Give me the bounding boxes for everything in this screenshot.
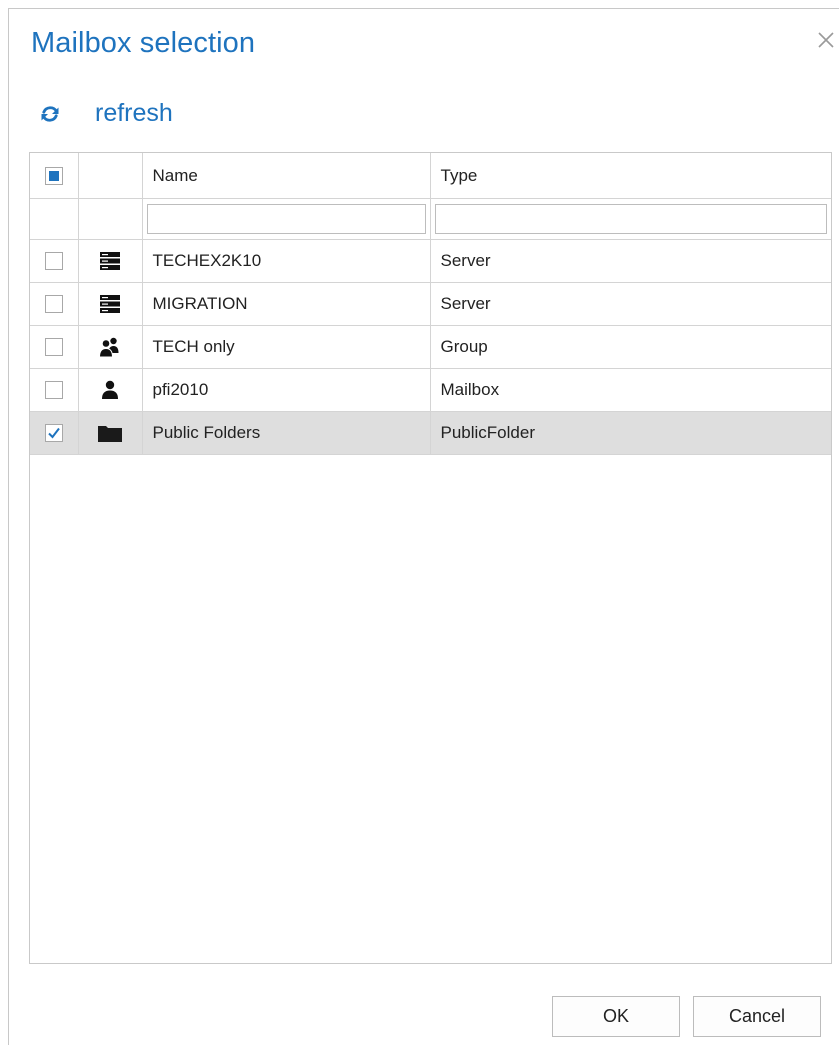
server-icon: [100, 252, 120, 270]
group-icon: [98, 337, 119, 357]
table-row[interactable]: MIGRATION Server: [30, 282, 831, 326]
user-icon: [102, 380, 118, 399]
ok-button[interactable]: OK: [552, 996, 680, 1037]
cancel-button[interactable]: Cancel: [693, 996, 821, 1037]
row-checkbox[interactable]: [44, 295, 63, 313]
refresh-label: refresh: [95, 99, 173, 127]
name-filter-input[interactable]: [146, 204, 426, 234]
table-row[interactable]: pfi2010 Mailbox: [30, 368, 831, 412]
row-checkbox[interactable]: [44, 424, 63, 442]
row-type: PublicFolder: [440, 423, 536, 442]
row-name: pfi2010: [152, 380, 209, 399]
row-checkbox[interactable]: [44, 381, 63, 399]
icon-column-header: [78, 153, 143, 199]
column-header-type[interactable]: Type: [430, 153, 831, 199]
select-all-checkbox[interactable]: [44, 166, 63, 185]
type-filter-input[interactable]: [434, 204, 827, 234]
checkmark-icon: [48, 427, 60, 439]
grid-header-row: Name Type: [30, 153, 831, 199]
mailbox-grid: Name Type TECHEX2K10 Server MIGRATION Se…: [29, 152, 832, 964]
row-checkbox[interactable]: [44, 338, 63, 356]
row-name: TECH only: [152, 337, 235, 356]
row-name: MIGRATION: [152, 294, 248, 313]
column-header-name[interactable]: Name: [142, 153, 431, 199]
close-button[interactable]: [815, 29, 837, 51]
refresh-icon: [41, 105, 59, 122]
row-type: Server: [440, 251, 491, 270]
table-row[interactable]: TECHEX2K10 Server: [30, 239, 831, 283]
filter-row: [30, 198, 831, 240]
table-row[interactable]: Public Folders PublicFolder: [30, 411, 831, 455]
close-icon: [818, 32, 834, 48]
row-type: Mailbox: [440, 380, 500, 399]
row-name: Public Folders: [152, 423, 261, 442]
row-type: Group: [440, 337, 488, 356]
table-row[interactable]: TECH only Group: [30, 325, 831, 369]
row-name: TECHEX2K10: [152, 251, 262, 270]
folder-icon: [98, 426, 122, 442]
dialog-title: Mailbox selection: [31, 27, 256, 59]
refresh-button[interactable]: refresh: [39, 99, 173, 128]
server-icon: [100, 295, 120, 313]
row-checkbox[interactable]: [44, 252, 63, 270]
row-type: Server: [440, 294, 491, 313]
mailbox-selection-dialog: Mailbox selection refresh Name Type TECH…: [8, 8, 839, 1045]
